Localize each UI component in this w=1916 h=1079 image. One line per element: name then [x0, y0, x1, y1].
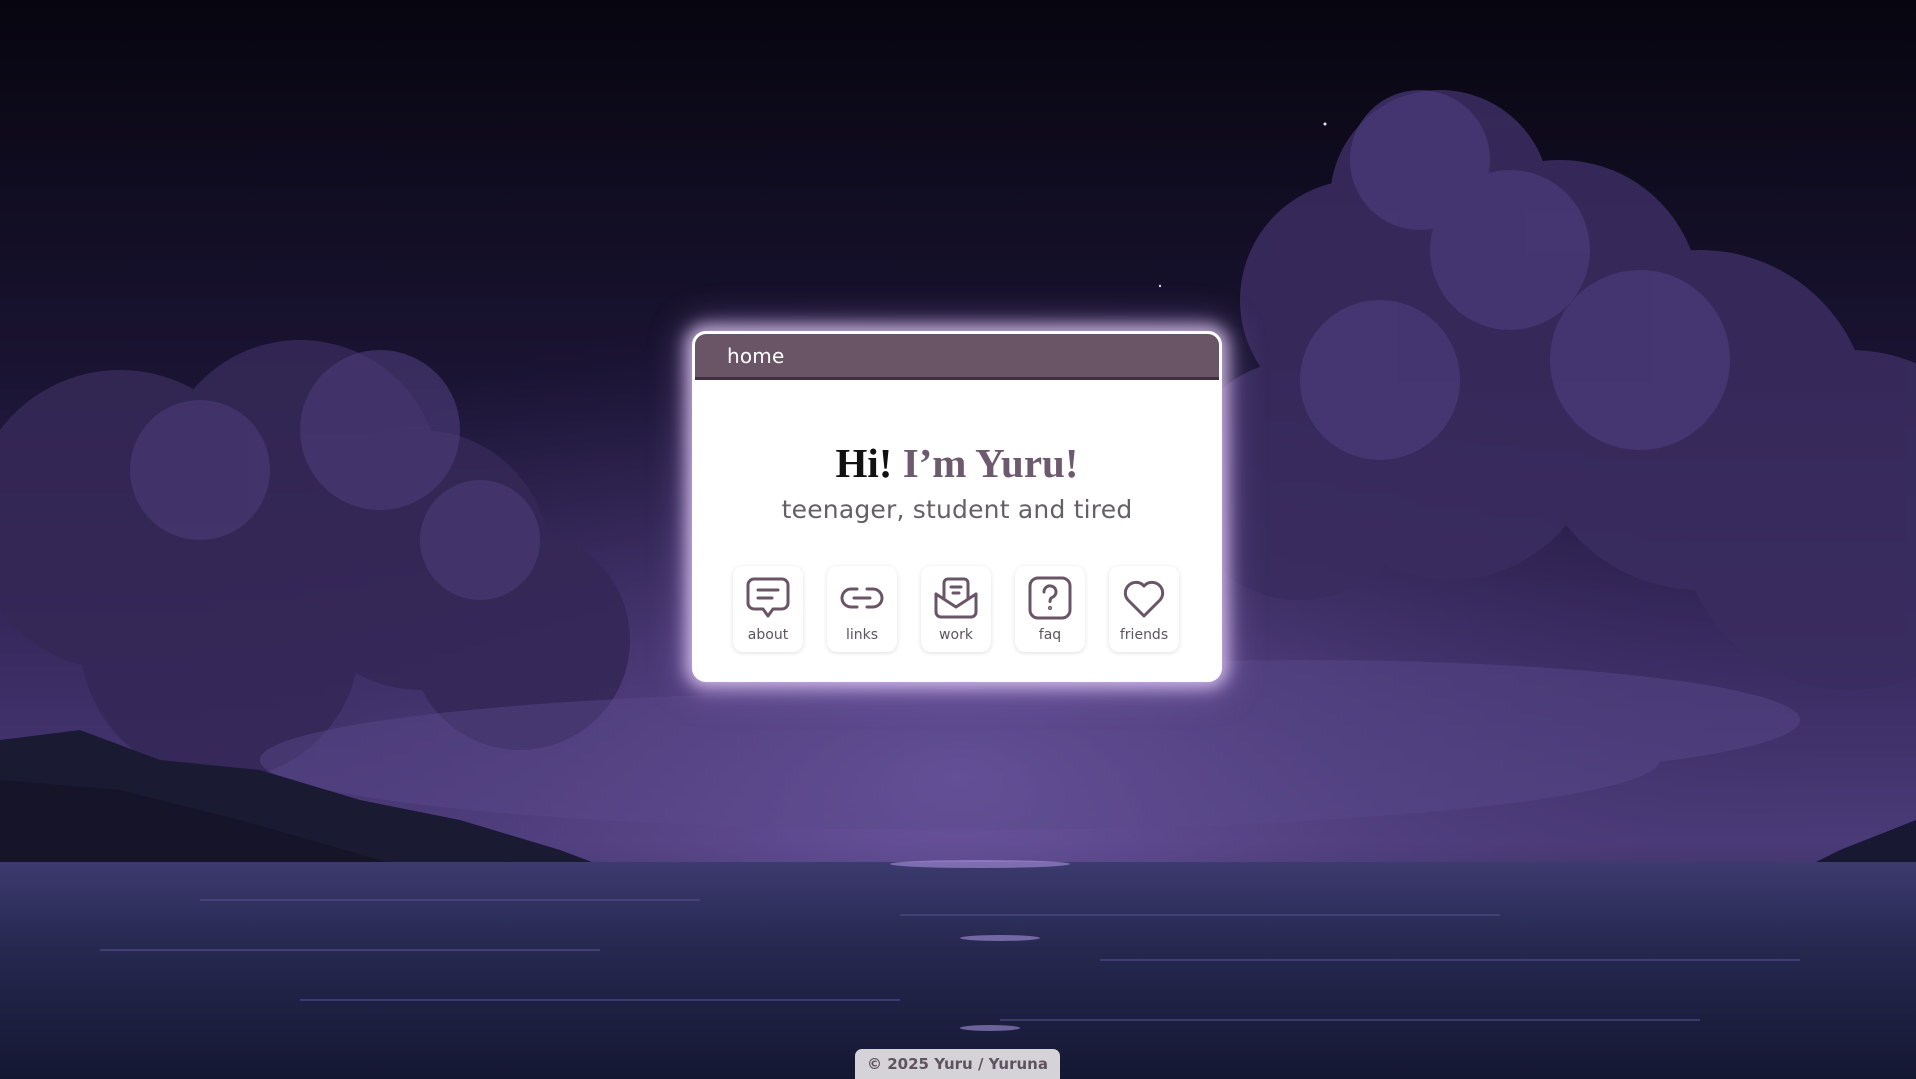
tagline: teenager, student and tired: [781, 495, 1133, 524]
chat-bubble-icon: [744, 574, 792, 622]
window-title: home: [727, 343, 785, 368]
nav-about-label: about: [747, 627, 789, 643]
greeting-heading: Hi! I’m Yuru!: [695, 440, 1219, 486]
footer-copyright: © 2025 Yuru / Yuruna: [855, 1049, 1060, 1079]
nav-about-button[interactable]: about: [733, 566, 803, 652]
home-window: home Hi! I’m Yuru! teenager, student and…: [692, 331, 1222, 682]
nav-friends-button[interactable]: friends: [1109, 566, 1179, 652]
nav-faq-label: faq: [1038, 627, 1062, 643]
window-titlebar[interactable]: home: [695, 334, 1219, 380]
name-text: I’m Yuru!: [902, 440, 1079, 486]
nav-faq-button[interactable]: faq: [1015, 566, 1085, 652]
window-content: Hi! I’m Yuru! teenager, student and tire…: [695, 380, 1219, 679]
question-icon: [1026, 574, 1074, 622]
nav-links-button[interactable]: links: [827, 566, 897, 652]
nav-work-label: work: [939, 627, 973, 643]
greeting-text: Hi!: [835, 440, 893, 486]
nav-work-button[interactable]: work: [921, 566, 991, 652]
nav-buttons: about links work faq friends: [733, 566, 1179, 652]
heart-icon: [1120, 574, 1168, 622]
link-icon: [838, 574, 886, 622]
envelope-icon: [932, 574, 980, 622]
nav-friends-label: friends: [1119, 627, 1169, 643]
nav-links-label: links: [845, 627, 879, 643]
